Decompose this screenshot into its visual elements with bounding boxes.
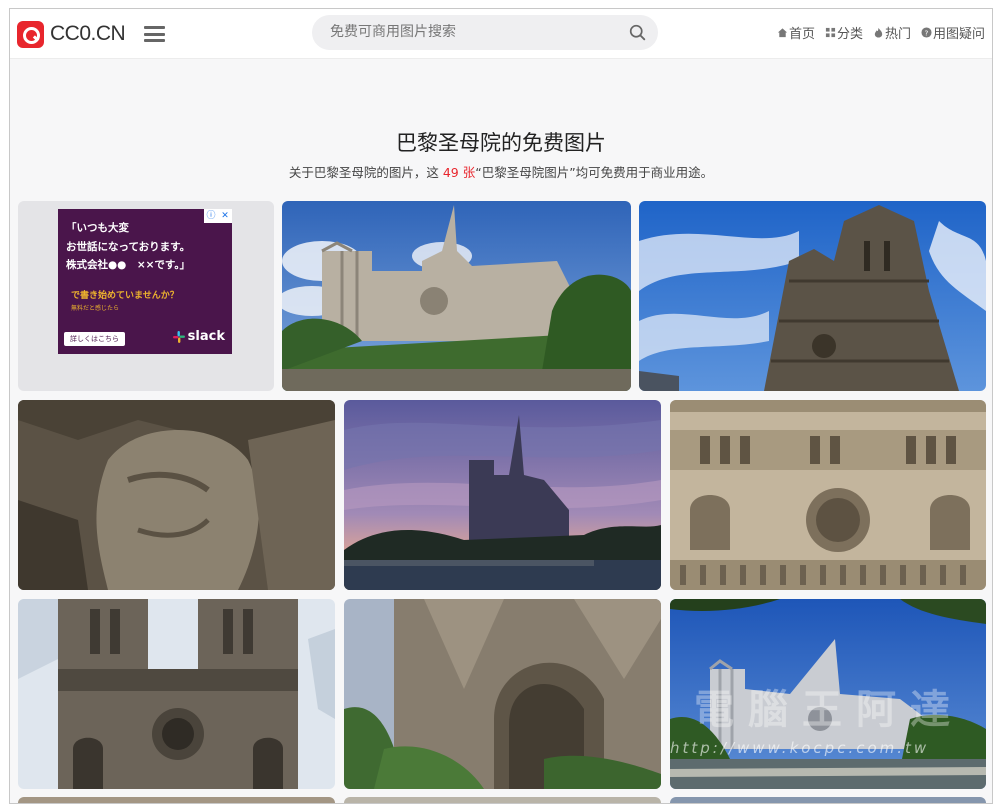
image-gargoyle [18, 400, 335, 590]
top-nav: 首页 分类 热门 ? 用图疑问 [777, 23, 985, 42]
nav-faq-label: 用图疑问 [932, 27, 985, 42]
ad-close-icon[interactable]: ✕ [218, 209, 232, 223]
nav-home-label: 首页 [788, 27, 815, 42]
image-tile[interactable] [282, 201, 631, 391]
subtitle-prefix: 关于巴黎圣母院的图片，这 [288, 165, 439, 180]
image-tile[interactable] [18, 400, 335, 590]
slack-icon [172, 330, 185, 343]
image-notre-dame-side [282, 201, 631, 391]
slack-logo: slack [172, 329, 225, 344]
image-notre-dame-towers [639, 201, 986, 391]
slack-ad[interactable]: ⓘ ✕ 「いつも大変 お世話になっております。 株式会社●● ××です。」 で書… [58, 209, 232, 354]
menu-icon[interactable] [144, 26, 165, 42]
page-subtitle: 关于巴黎圣母院的图片，这 49 张“巴黎圣母院图片”均可免费用于商业用途。 [10, 162, 992, 181]
image-tile[interactable] [344, 599, 661, 789]
image-notre-dame-clouds [18, 599, 335, 789]
ad-headline: 「いつも大変 お世話になっております。 株式会社●● ××です。」 [66, 219, 190, 275]
logo-text: CC0.CN [50, 22, 126, 45]
grid-icon [825, 27, 836, 38]
ad-tile: ⓘ ✕ 「いつも大変 お世話になっております。 株式会社●● ××です。」 で書… [18, 201, 274, 391]
nav-faq[interactable]: ? 用图疑问 [921, 23, 985, 42]
nav-home[interactable]: 首页 [777, 23, 815, 42]
page-title: 巴黎圣母院的免费图片 [396, 131, 606, 155]
image-gothic-detail [344, 599, 661, 789]
image-count: 49 张 [442, 165, 476, 180]
ad-button[interactable]: 詳しくはこちら [64, 332, 125, 346]
question-icon: ? [921, 27, 932, 38]
nav-categories[interactable]: 分类 [825, 23, 863, 42]
nav-hot[interactable]: 热门 [873, 23, 911, 42]
ad-cta: で書き始めていませんか？ [71, 291, 179, 301]
page-heading: 巴黎圣母院的免费图片 关于巴黎圣母院的图片，这 49 张“巴黎圣母院图片”均可免… [10, 127, 992, 181]
flame-icon [874, 27, 883, 38]
image-tile[interactable] [670, 797, 986, 803]
image-tile[interactable] [18, 599, 335, 789]
search-box [312, 15, 658, 50]
search-input[interactable] [330, 24, 610, 40]
image-tile[interactable] [344, 797, 661, 803]
nav-hot-label: 热门 [884, 27, 911, 42]
image-tile[interactable] [18, 797, 335, 803]
slack-brand-text: slack [187, 329, 225, 344]
ad-line-1: 「いつも大変 [66, 222, 129, 234]
svg-text:?: ? [925, 28, 929, 37]
search-icon[interactable] [629, 24, 646, 41]
top-bar: CC0.CN 首页 分类 热门 [10, 9, 992, 59]
ad-line-3: 株式会社●● ××です。」 [66, 259, 191, 271]
image-notre-dame-dusk [344, 400, 661, 590]
site-logo[interactable]: CC0.CN [17, 19, 126, 49]
subtitle-suffix: “巴黎圣母院图片”均可免费用于商业用途。 [475, 165, 714, 180]
image-tile[interactable] [670, 400, 986, 590]
ad-line-2: お世話になっております。 [66, 240, 191, 253]
logo-icon [17, 20, 44, 48]
home-icon [777, 28, 788, 38]
browser-page: CC0.CN 首页 分类 热门 [9, 8, 993, 804]
ad-small-text: 無料だと感じたら [71, 305, 120, 312]
watermark-url: http://www.kocpc.com.tw [670, 739, 930, 757]
image-tile[interactable] [344, 400, 661, 590]
image-notre-dame-facade [670, 400, 986, 590]
ad-info-icon[interactable]: ⓘ [204, 209, 218, 223]
nav-categories-label: 分类 [836, 27, 863, 42]
image-tile[interactable] [639, 201, 986, 391]
watermark-logo: 電腦王阿達 [694, 687, 964, 733]
ad-badge: ⓘ ✕ [204, 209, 232, 223]
